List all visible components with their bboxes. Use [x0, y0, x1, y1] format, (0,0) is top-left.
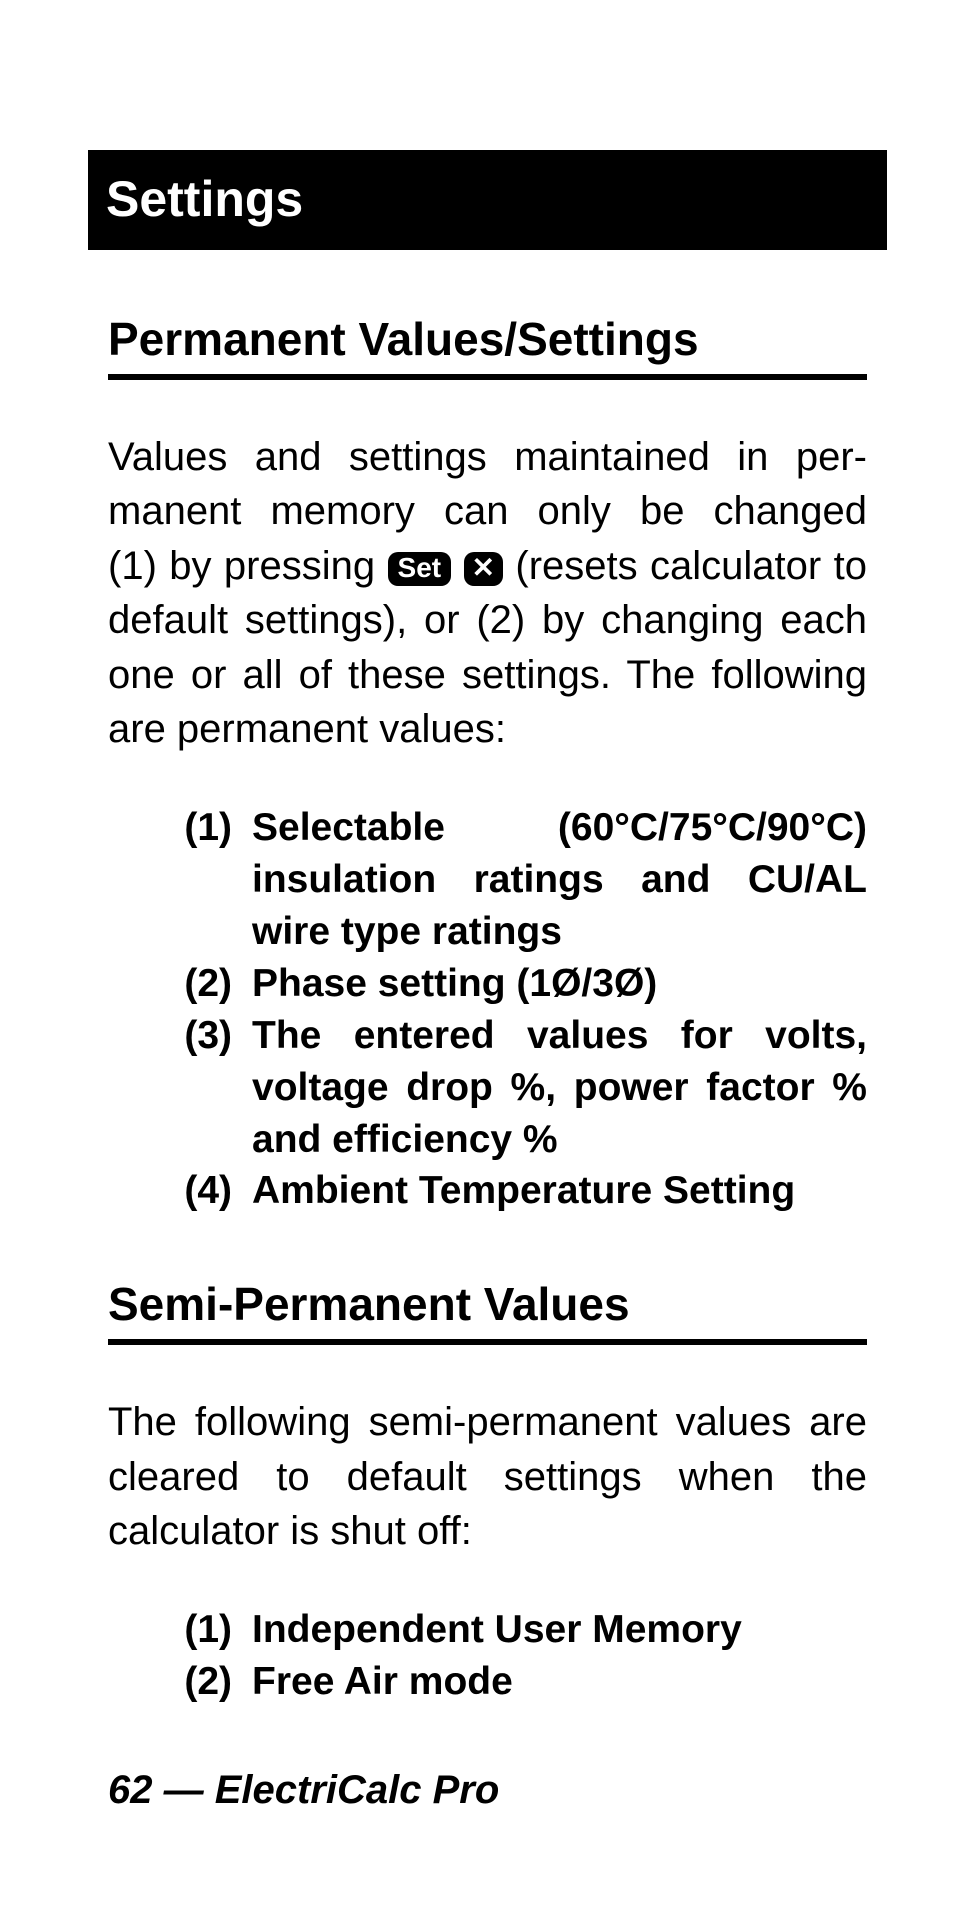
list-item: (4) Ambient Temperature Setting [142, 1165, 867, 1217]
list-item-number: (3) [142, 1010, 252, 1166]
list-item-text: The entered values for volts, volt­age d… [252, 1010, 867, 1166]
section-heading-permanent: Permanent Values/Settings [108, 312, 867, 380]
list-item-number: (1) [142, 1604, 252, 1656]
semi-permanent-values-list: (1) Independent User Memory (2) Free Air… [108, 1604, 867, 1708]
paragraph-permanent: Values and settings maintained in per­ma… [108, 430, 867, 756]
list-item-text: Ambient Temperature Setting [252, 1165, 867, 1217]
list-item: (1) Independent User Memory [142, 1604, 867, 1656]
list-item: (3) The entered values for volts, volt­a… [142, 1010, 867, 1166]
list-item: (2) Phase setting (1Ø/3Ø) [142, 958, 867, 1010]
permanent-values-list: (1) Selectable (60°C/75°C/90°C) insula­t… [108, 802, 867, 1217]
list-item-text: Free Air mode [252, 1656, 867, 1708]
page-footer: 62 — ElectriCalc Pro [108, 1768, 499, 1813]
section-heading-semi-permanent: Semi-Permanent Values [108, 1277, 867, 1345]
list-item-number: (4) [142, 1165, 252, 1217]
list-item-text: Independent User Memory [252, 1604, 867, 1656]
paragraph-semi-permanent: The following semi-permanent values are … [108, 1395, 867, 1558]
page-title-bar: Settings [88, 150, 887, 250]
list-item-text: Selectable (60°C/75°C/90°C) insula­tion … [252, 802, 867, 958]
page: Settings Permanent Values/Settings Value… [0, 0, 954, 1908]
page-title: Settings [106, 171, 303, 227]
list-item-number: (2) [142, 1656, 252, 1708]
list-item-text: Phase setting (1Ø/3Ø) [252, 958, 867, 1010]
list-item: (1) Selectable (60°C/75°C/90°C) insula­t… [142, 802, 867, 958]
x-key-icon: ✕ [464, 552, 503, 586]
list-item-number: (2) [142, 958, 252, 1010]
set-key-icon: Set [388, 552, 452, 586]
list-item: (2) Free Air mode [142, 1656, 867, 1708]
list-item-number: (1) [142, 802, 252, 958]
